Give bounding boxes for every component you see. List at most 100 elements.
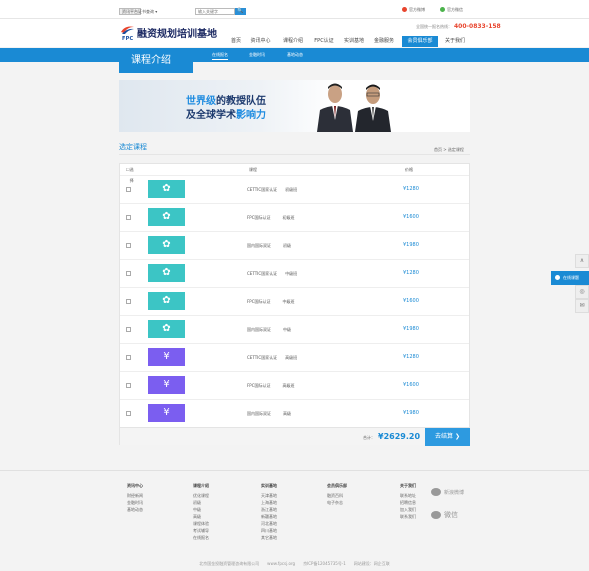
cert-query-select[interactable]: 证书查询 ▾ <box>138 8 157 15</box>
footer-link[interactable]: 在线报名 <box>193 534 209 541</box>
footer-link[interactable]: 课程体验 <box>193 520 209 527</box>
course-price: ¥1980 <box>403 410 419 416</box>
search-button[interactable]: 🔍 <box>235 8 246 15</box>
wechat-link[interactable]: 官方微信 <box>440 7 463 13</box>
footer-link[interactable]: 高级 <box>193 513 209 520</box>
nav-item-news[interactable]: 资讯中心 <box>246 35 275 47</box>
table-row[interactable]: ¥ FPC国际认证 高级班 ¥1600 <box>120 371 469 398</box>
footer-link[interactable]: 加入我们 <box>400 506 416 513</box>
nav-item-about[interactable]: 关于我们 <box>440 35 470 47</box>
footer-link[interactable]: 财经新闻 <box>127 492 143 499</box>
footer-column-title[interactable]: 资讯中心 <box>127 483 143 489</box>
footer-link[interactable]: 电子杂志 <box>327 499 347 506</box>
course-name: 国内国际双证 中级 <box>247 327 291 332</box>
footer-link[interactable]: 初级 <box>193 499 209 506</box>
row-checkbox[interactable] <box>126 327 131 332</box>
footer-column-title[interactable]: 会员俱乐部 <box>327 483 347 489</box>
weibo-link[interactable]: 官方微博 <box>402 7 425 13</box>
course-name: CETTIC国家认证 初级班 <box>247 187 298 192</box>
feedback-icon[interactable]: ◎ <box>575 285 589 299</box>
course-thumbnail[interactable]: ✿ <box>148 292 185 310</box>
course-thumbnail[interactable]: ¥ <box>148 404 185 422</box>
footer-link[interactable]: 上海基地 <box>261 499 277 506</box>
ribbon-icon: ✿ <box>162 267 171 278</box>
course-thumbnail[interactable]: ✿ <box>148 320 185 338</box>
checkout-button[interactable]: 去结算 ❯ <box>425 428 470 446</box>
table-row[interactable]: ✿ FPC国际认证 中级班 ¥1600 <box>120 287 469 314</box>
row-checkbox[interactable] <box>126 355 131 360</box>
site-header: FPC 融资规划培训基地 全国统一报名热线： 400-0833-158 首页 资讯… <box>0 18 589 47</box>
footer-link[interactable]: 金融时讯 <box>127 499 143 506</box>
back-to-top-icon[interactable]: ∧ <box>575 254 589 268</box>
nav-item-club[interactable]: 会员俱乐部 <box>402 36 438 47</box>
footer-column: 课程介绍优化课程 初级 中级 高级 课程体验 考试辅导 在线报名 <box>193 483 209 541</box>
top-utility-bar <box>0 0 589 18</box>
table-row[interactable]: ¥ 国内国际双证 高级 ¥1980 <box>120 399 469 426</box>
table-row[interactable]: ✿ CETTIC国家认证 中级班 ¥1280 <box>120 259 469 286</box>
course-thumbnail[interactable]: ✿ <box>148 264 185 282</box>
search-input[interactable] <box>195 8 235 15</box>
row-checkbox[interactable] <box>126 243 131 248</box>
course-thumbnail[interactable]: ¥ <box>148 376 185 394</box>
logo-abbr: FPC <box>122 36 134 42</box>
course-thumbnail[interactable]: ✿ <box>148 180 185 198</box>
footer-link[interactable]: 其它基地 <box>261 534 277 541</box>
footer-wechat-link[interactable]: 微信 <box>431 510 458 520</box>
table-row[interactable]: ✿ 国内国际双证 中级 ¥1980 <box>120 315 469 342</box>
table-row[interactable]: ✿ FPC国际认证 初级班 ¥1600 <box>120 203 469 230</box>
footer-link[interactable]: 联系地址 <box>400 492 416 499</box>
footer-link[interactable]: 联系我们 <box>400 513 416 520</box>
nav-item-courses[interactable]: 课程介绍 <box>278 35 308 47</box>
table-row[interactable]: ¥ CETTIC国家认证 高级班 ¥1280 <box>120 343 469 370</box>
online-consult-button[interactable]: 在线课题 <box>551 271 589 285</box>
breadcrumb[interactable]: 首页 > 选定课程 <box>434 147 464 153</box>
footer-column-title[interactable]: 实训基地 <box>261 483 277 489</box>
nav-item-finance[interactable]: 金融服务 <box>370 35 398 47</box>
ribbon-icon: ✿ <box>162 295 171 306</box>
footer-link[interactable]: 中级 <box>193 506 209 513</box>
row-checkbox[interactable] <box>126 187 131 192</box>
banner-line-1: 世界级的教授队伍 <box>186 96 266 107</box>
course-name: 国内国际双证 高级 <box>247 411 291 416</box>
footer-link[interactable]: 考试辅导 <box>193 527 209 534</box>
subnav-base-news[interactable]: 基地动态 <box>287 48 303 62</box>
footer-link[interactable]: 河北基地 <box>261 520 277 527</box>
course-thumbnail[interactable]: ✿ <box>148 208 185 226</box>
footer-weibo-link[interactable]: 新浪微博 <box>431 488 464 496</box>
course-thumbnail[interactable]: ✿ <box>148 236 185 254</box>
footer-link[interactable]: 浙江基地 <box>261 506 277 513</box>
footer-column-title[interactable]: 课程介绍 <box>193 483 209 489</box>
weibo-icon <box>402 7 407 12</box>
message-icon[interactable]: ✉ <box>575 299 589 313</box>
nav-item-fpc[interactable]: FPC认证 <box>310 35 338 47</box>
course-thumbnail[interactable]: ¥ <box>148 348 185 366</box>
nav-item-training-base[interactable]: 实训基地 <box>340 35 368 47</box>
header-price: 价格 <box>405 167 413 172</box>
subnav-finance-news[interactable]: 金融时讯 <box>249 48 265 62</box>
table-row[interactable]: ✿ CETTIC国家认证 初级班 ¥1280 <box>120 175 469 202</box>
row-checkbox[interactable] <box>126 411 131 416</box>
table-row[interactable]: ✿ 国内国际双证 初级 ¥1980 <box>120 231 469 258</box>
footer-link[interactable]: 招聘信息 <box>400 499 416 506</box>
subnav-online-signup[interactable]: 在线报名 <box>212 48 228 62</box>
course-name: FPC国际认证 初级班 <box>247 215 295 220</box>
logo-name: 融资规划培训基地 <box>137 29 217 40</box>
table-header: ☐ 选择 课程 价格 <box>120 164 469 183</box>
header-course: 课程 <box>249 167 257 172</box>
site-logo[interactable]: FPC 融资规划培训基地 <box>120 24 230 44</box>
footer-column-title[interactable]: 关于我们 <box>400 483 416 489</box>
footer-link[interactable]: 基地动态 <box>127 506 143 513</box>
nav-item-home[interactable]: 首页 <box>226 35 246 47</box>
footer-link[interactable]: 天津基地 <box>261 492 277 499</box>
footer-link[interactable]: 四川基地 <box>261 527 277 534</box>
row-checkbox[interactable] <box>126 383 131 388</box>
row-checkbox[interactable] <box>126 271 131 276</box>
footer-link[interactable]: 融资百科 <box>327 492 347 499</box>
select-all-checkbox[interactable]: ☐ 选择 <box>126 164 134 183</box>
footer-link[interactable]: 优化课程 <box>193 492 209 499</box>
course-price: ¥1980 <box>403 326 419 332</box>
row-checkbox[interactable] <box>126 299 131 304</box>
course-table: ☐ 选择 课程 价格 ✿ CETTIC国家认证 初级班 ¥1280 ✿ FPC国际认证 … <box>119 163 470 446</box>
footer-link[interactable]: 新疆基地 <box>261 513 277 520</box>
row-checkbox[interactable] <box>126 215 131 220</box>
